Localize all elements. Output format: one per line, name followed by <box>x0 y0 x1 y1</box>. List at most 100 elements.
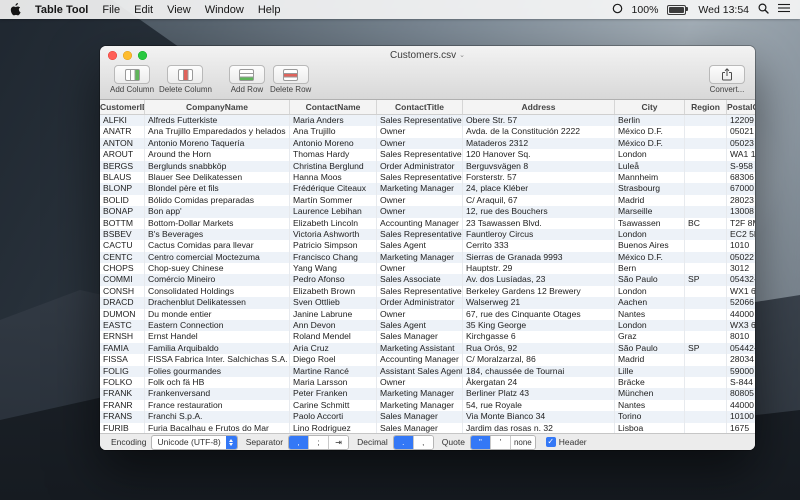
table-cell[interactable]: Kirchgasse 6 <box>463 331 615 343</box>
table-cell[interactable]: Berglunds snabbköp <box>145 160 290 172</box>
table-cell[interactable]: FURIB <box>100 422 145 433</box>
table-cell[interactable]: Lino Rodriguez <box>290 422 377 433</box>
table-row[interactable]: BSBEV B's Beverages Victoria Ashworth Sales… <box>100 228 755 241</box>
menu-clock[interactable]: Wed 13:54 <box>698 4 749 16</box>
table-cell[interactable]: Around the Horn <box>145 149 290 161</box>
table-cell[interactable]: B's Beverages <box>145 228 290 241</box>
table-cell[interactable] <box>685 320 727 332</box>
table-cell[interactable]: Fauntleroy Circus <box>463 228 615 241</box>
table-cell[interactable]: London <box>615 149 685 161</box>
table-cell[interactable]: Carine Schmitt <box>290 399 377 412</box>
table-cell[interactable]: Marketing Manager <box>377 399 463 412</box>
column-header-contactname[interactable]: ContactName <box>290 100 377 114</box>
table-cell[interactable]: Lille <box>615 365 685 377</box>
table-cell[interactable]: Du monde entier <box>145 308 290 321</box>
table-cell[interactable]: 59000 <box>727 366 755 377</box>
encoding-select[interactable]: Unicode (UTF-8) <box>151 434 238 450</box>
table-cell[interactable]: WX3 6FW <box>727 320 755 331</box>
table-cell[interactable]: Comércio Mineiro <box>145 274 290 286</box>
table-cell[interactable]: 8010 <box>727 331 755 342</box>
table-cell[interactable]: FAMIA <box>100 342 145 355</box>
table-cell[interactable]: Hanna Moos <box>290 171 377 184</box>
table-row[interactable]: FOLIG Folies gourmandes Martine Rancé Assis… <box>100 365 755 377</box>
table-cell[interactable]: CHOPS <box>100 263 145 275</box>
table-cell[interactable]: Paolo Accorti <box>290 411 377 423</box>
table-cell[interactable]: Laurence Lebihan <box>290 206 377 218</box>
table-row[interactable]: FRANR France restauration Carine Schmitt Ma… <box>100 399 755 412</box>
table-cell[interactable] <box>685 137 727 150</box>
table-cell[interactable]: SP <box>685 342 727 355</box>
table-cell[interactable]: Assistant Sales Agent <box>377 365 463 377</box>
table-cell[interactable]: C/ Moralzarzal, 86 <box>463 354 615 366</box>
table-cell[interactable]: Order Administrator <box>377 160 463 172</box>
table-cell[interactable]: Owner <box>377 376 463 389</box>
table-cell[interactable] <box>685 240 727 252</box>
table-cell[interactable] <box>685 285 727 298</box>
table-cell[interactable] <box>685 171 727 184</box>
table-cell[interactable] <box>685 297 727 309</box>
table-cell[interactable] <box>685 115 727 127</box>
table-cell[interactable]: Janine Labrune <box>290 308 377 321</box>
table-cell[interactable]: Thomas Hardy <box>290 149 377 161</box>
table-cell[interactable]: EC2 5NT <box>727 229 755 240</box>
table-cell[interactable]: Sales Representative <box>377 171 463 184</box>
table-cell[interactable]: Victoria Ashworth <box>290 228 377 241</box>
table-cell[interactable]: CONSH <box>100 285 145 298</box>
table-cell[interactable] <box>685 149 727 161</box>
table-cell[interactable]: Familia Arquibaldo <box>145 342 290 355</box>
table-cell[interactable]: Aachen <box>615 297 685 309</box>
table-cell[interactable]: Forsterstr. 57 <box>463 171 615 184</box>
table-cell[interactable]: 1010 <box>727 240 755 251</box>
table-cell[interactable]: BONAP <box>100 206 145 218</box>
table-cell[interactable] <box>685 388 727 400</box>
table-cell[interactable]: BOLID <box>100 194 145 207</box>
table-cell[interactable]: AROUT <box>100 149 145 161</box>
title-chevron-icon[interactable]: ⌄ <box>459 51 465 59</box>
table-cell[interactable]: Cactus Comidas para llevar <box>145 240 290 252</box>
table-row[interactable]: BLAUS Blauer See Delikatessen Hanna Moos Sa… <box>100 171 755 184</box>
table-cell[interactable]: BLAUS <box>100 171 145 184</box>
menu-file[interactable]: File <box>102 4 120 16</box>
table-cell[interactable]: London <box>615 285 685 298</box>
table-cell[interactable]: 10100 <box>727 411 755 422</box>
table-cell[interactable] <box>685 399 727 412</box>
table-row[interactable]: BONAP Bon app' Laurence Lebihan Owner 12, ru… <box>100 206 755 218</box>
table-cell[interactable]: 1675 <box>727 423 755 433</box>
table-cell[interactable]: Berkeley Gardens 12 Brewery <box>463 285 615 298</box>
table-cell[interactable]: Franchi S.p.A. <box>145 411 290 423</box>
table-cell[interactable]: Sales Representative <box>377 115 463 127</box>
table-cell[interactable]: Aria Cruz <box>290 342 377 355</box>
table-cell[interactable]: 68306 <box>727 172 755 183</box>
table-cell[interactable] <box>685 126 727 138</box>
table-row[interactable]: BOLID Bólido Comidas preparadas Martín Som… <box>100 194 755 207</box>
table-cell[interactable] <box>685 354 727 366</box>
table-cell[interactable]: Sales Agent <box>377 240 463 252</box>
table-cell[interactable]: Sven Ottlieb <box>290 297 377 309</box>
table-cell[interactable]: Hauptstr. 29 <box>463 263 615 275</box>
close-button[interactable] <box>108 51 117 60</box>
table-row[interactable]: ALFKI Alfreds Futterkiste Maria Anders Sale… <box>100 115 755 127</box>
table-cell[interactable]: 23 Tsawassen Blvd. <box>463 217 615 229</box>
table-cell[interactable]: FRANK <box>100 388 145 400</box>
table-cell[interactable]: Accounting Manager <box>377 217 463 229</box>
table-cell[interactable]: Consolidated Holdings <box>145 285 290 298</box>
table-cell[interactable]: 12, rue des Bouchers <box>463 206 615 218</box>
table-cell[interactable]: 13008 <box>727 206 755 217</box>
table-cell[interactable]: CENTC <box>100 251 145 264</box>
table-cell[interactable]: SP <box>685 274 727 286</box>
table-cell[interactable]: Ernst Handel <box>145 331 290 343</box>
table-cell[interactable]: Owner <box>377 308 463 321</box>
table-cell[interactable]: Furia Bacalhau e Frutos do Mar <box>145 422 290 433</box>
table-cell[interactable]: Ann Devon <box>290 320 377 332</box>
table-cell[interactable]: Peter Franken <box>290 388 377 400</box>
table-row[interactable]: ANATR Ana Trujillo Emparedados y helados A… <box>100 126 755 138</box>
table-row[interactable]: CENTC Centro comercial Moctezuma Francisco… <box>100 251 755 264</box>
table-cell[interactable]: Via Monte Bianco 34 <box>463 411 615 423</box>
table-cell[interactable]: Martine Rancé <box>290 365 377 377</box>
table-cell[interactable]: Christina Berglund <box>290 160 377 172</box>
table-cell[interactable] <box>685 376 727 389</box>
table-cell[interactable]: Bräcke <box>615 376 685 389</box>
table-cell[interactable]: ERNSH <box>100 331 145 343</box>
table-cell[interactable]: Av. dos Lusíadas, 23 <box>463 274 615 286</box>
menu-view[interactable]: View <box>167 4 191 16</box>
